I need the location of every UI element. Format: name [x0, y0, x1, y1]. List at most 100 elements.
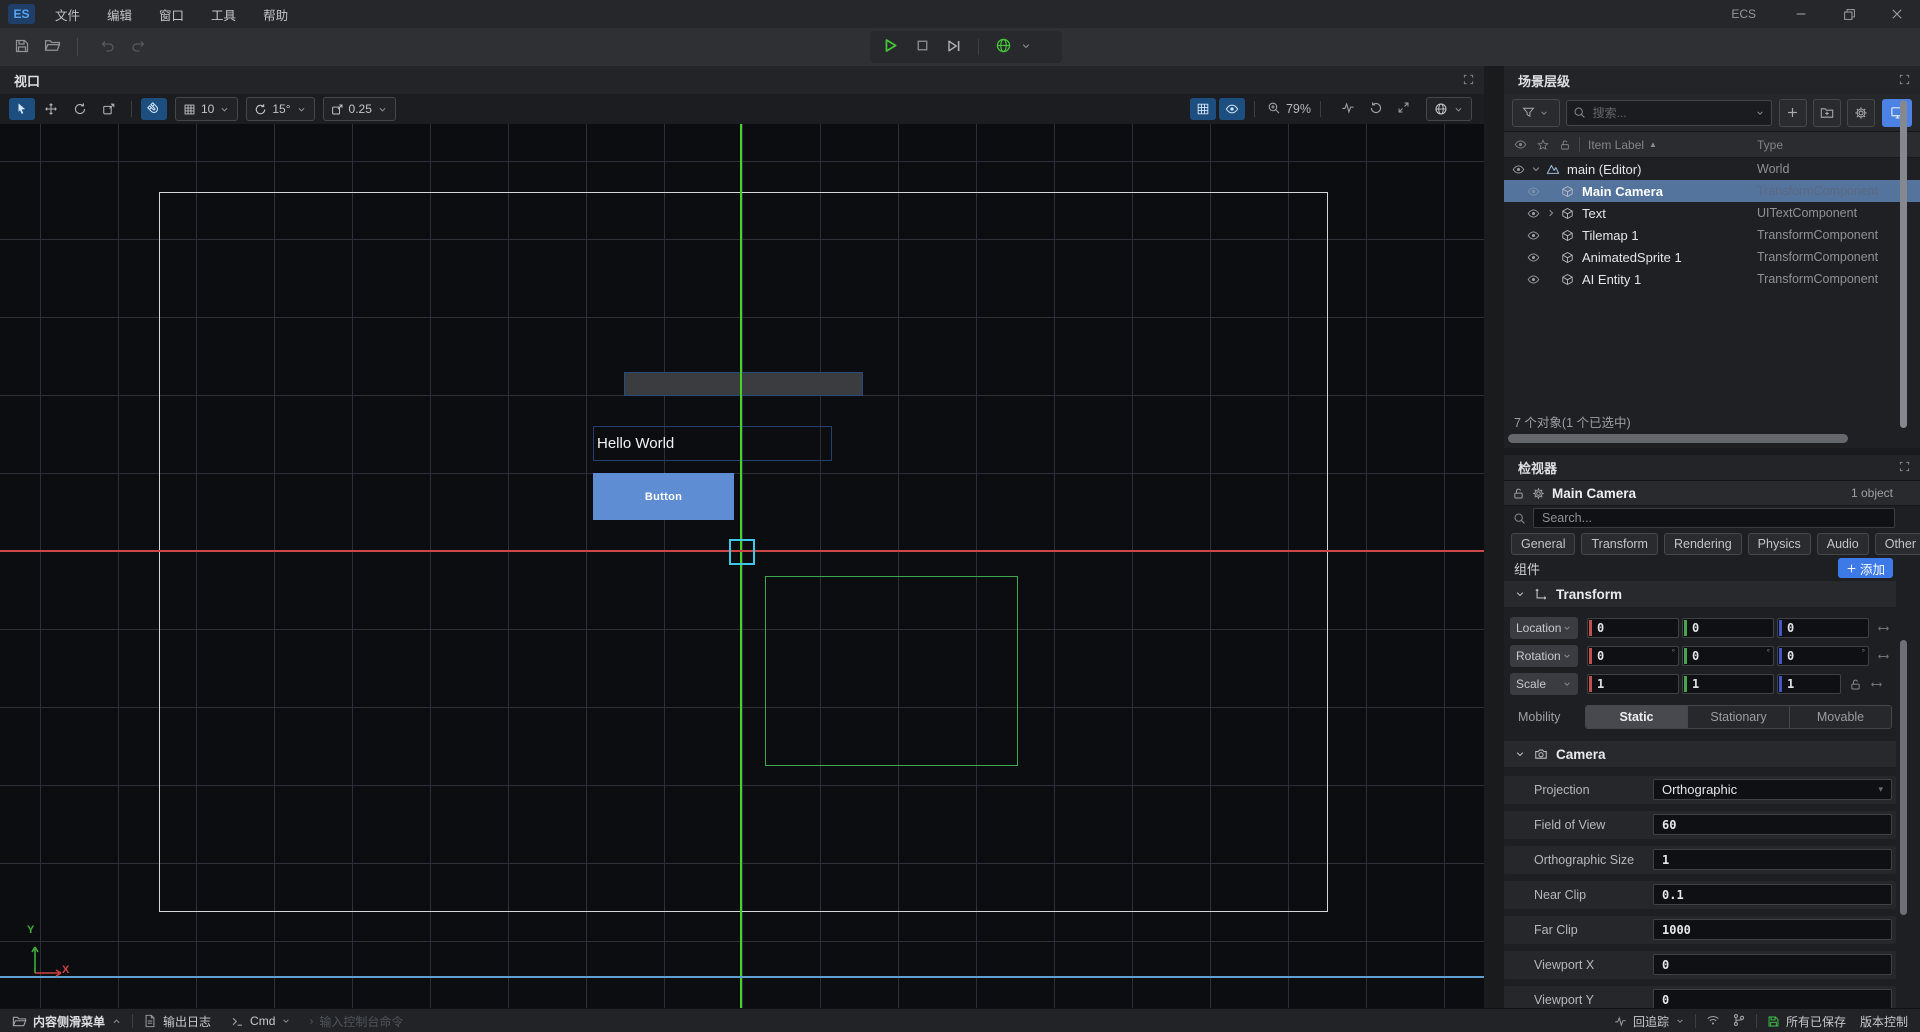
property-input[interactable]: Orthographic ▾ — [1653, 779, 1892, 800]
add-component-button[interactable]: 添加 — [1838, 558, 1893, 578]
visibility-eye-icon[interactable] — [1527, 207, 1540, 220]
undo-icon[interactable] — [100, 38, 116, 57]
chevron-right-icon[interactable] — [1545, 207, 1557, 219]
menu-item[interactable]: 文件 — [50, 3, 85, 26]
camera-section-header[interactable]: Camera — [1504, 741, 1896, 767]
output-log-button[interactable]: 输出日志 — [143, 1013, 211, 1030]
version-control-button[interactable]: 版本控制 — [1860, 1013, 1908, 1030]
lock-icon[interactable] — [1512, 487, 1525, 500]
hierarchy-row[interactable]: main (Editor) World — [1504, 158, 1920, 180]
chevron-down-icon[interactable] — [1514, 588, 1526, 600]
text-object[interactable]: Hello World — [593, 426, 832, 461]
visibility-toggle-button[interactable] — [1219, 98, 1245, 120]
axis-mode-dropdown[interactable]: Scale — [1510, 673, 1578, 695]
z-value-input[interactable]: 0 — [1777, 618, 1869, 638]
zoom-icon[interactable] — [1267, 101, 1281, 118]
screen-view-button[interactable] — [1882, 99, 1912, 127]
reset-values-icon[interactable] — [1870, 678, 1883, 691]
axis-mode-dropdown[interactable]: Location — [1510, 617, 1578, 639]
property-input[interactable]: 0.1 — [1653, 884, 1892, 905]
button-object[interactable]: Button — [593, 473, 734, 520]
scale-snap-dropdown[interactable]: 0.25 — [323, 97, 396, 121]
rect-edit-tool-button[interactable] — [96, 98, 122, 120]
inspector-tab[interactable]: Other — [1875, 533, 1920, 555]
close-button[interactable] — [1882, 2, 1912, 26]
menu-item[interactable]: 编辑 — [102, 3, 137, 26]
redo-icon[interactable] — [130, 38, 146, 57]
save-status[interactable]: 所有已保存 — [1767, 1013, 1846, 1030]
filter-dropdown[interactable] — [1512, 99, 1560, 127]
property-input[interactable]: 1 — [1653, 849, 1892, 870]
inspector-vscrollbar[interactable] — [1900, 640, 1907, 915]
property-input[interactable]: 60 — [1653, 814, 1892, 835]
panel-object[interactable] — [624, 372, 863, 396]
x-value-input[interactable]: 1 — [1587, 674, 1679, 694]
property-input[interactable]: 1000 — [1653, 919, 1892, 940]
hierarchy-row[interactable]: AI Entity 1 TransformComponent — [1504, 268, 1920, 290]
lock-column-icon[interactable] — [1559, 139, 1571, 151]
menu-item[interactable]: 工具 — [206, 3, 241, 26]
inspector-tab[interactable]: General — [1511, 533, 1575, 555]
network-status-icon[interactable] — [1706, 1013, 1720, 1030]
visibility-eye-icon[interactable] — [1527, 251, 1540, 264]
app-logo[interactable]: ES — [8, 4, 35, 24]
mobility-option[interactable]: Movable — [1789, 706, 1891, 728]
reset-values-icon[interactable] — [1877, 622, 1890, 635]
reset-view-icon[interactable] — [1369, 101, 1383, 118]
scene-canvas[interactable]: Hello World Button Y X — [0, 124, 1484, 1008]
play-button[interactable] — [882, 37, 899, 57]
property-input[interactable]: 0 — [1653, 954, 1892, 975]
hierarchy-settings-button[interactable] — [1847, 99, 1875, 127]
run-target-chevron-icon[interactable] — [1020, 40, 1032, 55]
hierarchy-hscrollbar[interactable] — [1508, 434, 1848, 443]
inspector-search-input[interactable] — [1540, 510, 1888, 526]
search-history-chevron-icon[interactable] — [1755, 108, 1765, 118]
chevron-down-icon[interactable] — [1530, 163, 1542, 175]
inspector-search[interactable] — [1533, 508, 1895, 528]
y-value-input[interactable]: 0° — [1682, 646, 1774, 666]
grid-toggle-button[interactable] — [1190, 98, 1216, 120]
inspector-tab[interactable]: Audio — [1817, 533, 1869, 555]
y-value-input[interactable]: 1 — [1682, 674, 1774, 694]
sort-asc-icon[interactable]: ▲ — [1649, 140, 1657, 149]
hierarchy-expand-icon[interactable] — [1899, 73, 1910, 88]
stop-button[interactable] — [915, 38, 930, 56]
select-tool-button[interactable] — [9, 98, 35, 120]
maximize-button[interactable] — [1834, 2, 1864, 26]
selection-box[interactable] — [729, 539, 755, 565]
inspector-expand-icon[interactable] — [1899, 460, 1910, 475]
trace-dropdown[interactable]: 回追踪 — [1614, 1013, 1685, 1030]
visibility-eye-icon[interactable] — [1512, 163, 1525, 176]
grid-snap-dropdown[interactable]: 10 — [175, 97, 238, 121]
source-control-branch-icon[interactable] — [1732, 1013, 1746, 1030]
step-button[interactable] — [946, 38, 962, 57]
run-target-globe-icon[interactable] — [995, 37, 1012, 57]
uniform-scale-lock-icon[interactable] — [1849, 678, 1862, 691]
inspector-tab[interactable]: Transform — [1581, 533, 1658, 555]
minimize-button[interactable] — [1786, 2, 1816, 26]
hierarchy-search[interactable] — [1566, 100, 1772, 126]
property-input[interactable]: 0 — [1653, 989, 1892, 1008]
open-folder-icon[interactable] — [44, 37, 61, 57]
hierarchy-search-input[interactable] — [1591, 105, 1750, 121]
visibility-eye-icon[interactable] — [1527, 229, 1540, 242]
move-tool-button[interactable] — [38, 98, 64, 120]
fullscreen-icon[interactable] — [1397, 101, 1410, 117]
hierarchy-vscrollbar[interactable] — [1900, 100, 1907, 428]
console-command-input[interactable]: › 输入控制台命令 — [309, 1013, 403, 1030]
mobility-option[interactable]: Stationary — [1687, 706, 1789, 728]
content-drawer-button[interactable]: 内容侧滑菜单 — [12, 1013, 122, 1030]
transform-section-header[interactable]: Transform — [1504, 581, 1896, 607]
hierarchy-row[interactable]: AnimatedSprite 1 TransformComponent — [1504, 246, 1920, 268]
add-folder-button[interactable] — [1813, 99, 1842, 127]
axis-mode-dropdown[interactable]: Rotation — [1510, 645, 1578, 667]
chevron-down-icon[interactable] — [1514, 748, 1526, 760]
save-icon[interactable] — [14, 38, 30, 57]
reset-values-icon[interactable] — [1877, 650, 1890, 663]
inspector-tab[interactable]: Rendering — [1664, 533, 1742, 555]
x-value-input[interactable]: 0° — [1587, 646, 1679, 666]
visibility-eye-icon[interactable] — [1527, 185, 1540, 198]
inspector-tab[interactable]: Physics — [1748, 533, 1811, 555]
mobility-option[interactable]: Static — [1586, 706, 1687, 728]
y-value-input[interactable]: 0 — [1682, 618, 1774, 638]
